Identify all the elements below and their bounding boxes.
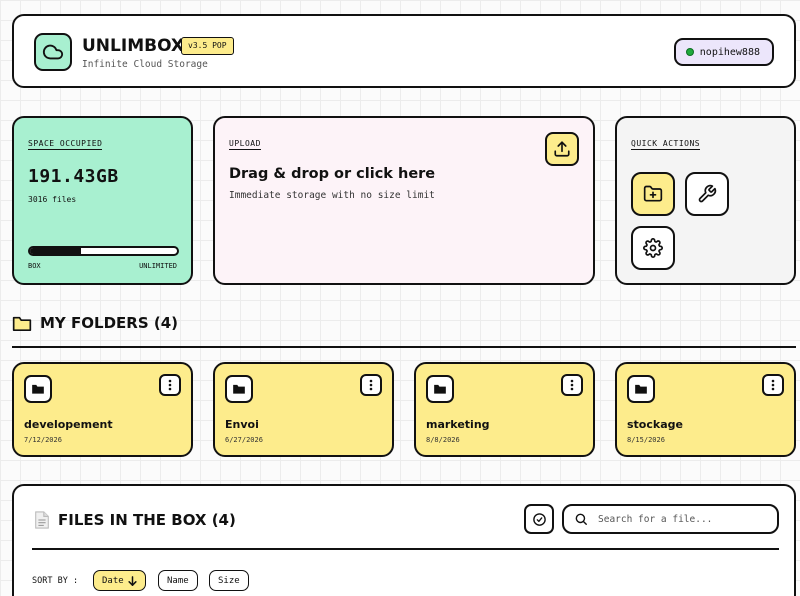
wrench-icon	[698, 184, 717, 203]
gear-icon	[643, 238, 663, 258]
storage-progress-bar	[28, 246, 179, 256]
app-logo	[34, 33, 72, 71]
more-vertical-icon	[369, 379, 373, 391]
version-badge: v3.5 POP	[181, 37, 234, 55]
search-input[interactable]	[598, 513, 758, 525]
settings-button[interactable]	[631, 226, 675, 270]
folder-thumb	[426, 375, 454, 403]
folder-card[interactable]: marketing 8/8/2026	[414, 362, 595, 457]
storage-card: SPACE OCCUPIED 191.43GB 3016 files BOX U…	[12, 116, 193, 285]
folder-menu-button[interactable]	[762, 374, 784, 396]
arrow-down-icon	[128, 575, 137, 586]
folder-card[interactable]: Envoi 6/27/2026	[213, 362, 394, 457]
storage-used-value: 191.43GB	[28, 166, 119, 187]
folder-plus-icon	[643, 185, 663, 202]
folder-menu-button[interactable]	[360, 374, 382, 396]
folder-menu-button[interactable]	[159, 374, 181, 396]
folder-icon	[233, 384, 245, 394]
user-menu-button[interactable]: nopihew888	[673, 38, 774, 66]
folders-heading: MY FOLDERS (4)	[40, 314, 178, 332]
upload-label: UPLOAD	[229, 139, 261, 150]
folder-icon	[32, 384, 44, 394]
upload-title: Drag & drop or click here	[229, 166, 436, 182]
more-vertical-icon	[168, 379, 172, 391]
progress-max-label: UNLIMITED	[139, 262, 177, 270]
folder-date: 6/27/2026	[225, 436, 263, 444]
folders-section-title: MY FOLDERS (4)	[12, 314, 178, 332]
storage-progress-fill	[30, 248, 82, 254]
app-title: UNLIMBOX	[82, 36, 185, 56]
sort-option-label: Date	[102, 575, 124, 586]
username: nopihew888	[699, 46, 760, 58]
folder-name: developement	[24, 418, 113, 431]
sort-by-size-button[interactable]: Size	[209, 570, 249, 591]
files-panel: FILES IN THE BOX (4) SORT BY : Date Name…	[12, 484, 796, 596]
storage-file-count: 3016 files	[28, 195, 77, 204]
tools-button[interactable]	[685, 172, 729, 216]
app-header: UNLIMBOX v3.5 POP Infinite Cloud Storage…	[12, 14, 796, 88]
folder-card[interactable]: stockage 8/15/2026	[615, 362, 796, 457]
folder-thumb	[627, 375, 655, 403]
files-section-title: FILES IN THE BOX (4)	[34, 511, 236, 529]
app-tagline: Infinite Cloud Storage	[82, 59, 208, 70]
upload-button[interactable]	[545, 132, 579, 166]
folder-date: 8/15/2026	[627, 436, 665, 444]
online-status-dot	[685, 48, 694, 56]
folder-icon	[434, 384, 446, 394]
folder-date: 8/8/2026	[426, 436, 460, 444]
section-divider	[12, 346, 796, 348]
cloud-icon	[42, 44, 64, 60]
storage-label: SPACE OCCUPIED	[28, 139, 103, 150]
folder-menu-button[interactable]	[561, 374, 583, 396]
upload-description: Immediate storage with no size limit	[229, 190, 435, 201]
folder-thumb	[24, 375, 52, 403]
new-folder-button[interactable]	[631, 172, 675, 216]
folder-name: marketing	[426, 418, 490, 431]
folder-thumb	[225, 375, 253, 403]
quick-actions-label: QUICK ACTIONS	[631, 139, 701, 150]
files-heading: FILES IN THE BOX (4)	[58, 511, 236, 529]
folder-name: stockage	[627, 418, 683, 431]
sort-label: SORT BY :	[32, 576, 79, 586]
folder-name: Envoi	[225, 418, 259, 431]
sort-option-label: Size	[218, 575, 240, 586]
check-circle-icon	[532, 512, 546, 526]
sort-by-name-button[interactable]: Name	[158, 570, 198, 591]
sort-by-date-button[interactable]: Date	[93, 570, 146, 591]
more-vertical-icon	[771, 379, 775, 391]
document-icon	[35, 511, 49, 529]
search-icon	[575, 513, 587, 525]
upload-icon	[554, 141, 570, 157]
progress-min-label: BOX	[28, 262, 41, 270]
sort-option-label: Name	[167, 575, 189, 586]
quick-actions-card: QUICK ACTIONS	[615, 116, 796, 285]
folder-icon	[12, 316, 32, 331]
more-vertical-icon	[570, 379, 574, 391]
upload-dropzone[interactable]: UPLOAD Drag & drop or click here Immedia…	[213, 116, 595, 285]
folder-card[interactable]: developement 7/12/2026	[12, 362, 193, 457]
select-files-button[interactable]	[524, 504, 554, 534]
folder-date: 7/12/2026	[24, 436, 62, 444]
search-box[interactable]	[562, 504, 779, 534]
folder-icon	[635, 384, 647, 394]
files-divider	[32, 548, 779, 550]
